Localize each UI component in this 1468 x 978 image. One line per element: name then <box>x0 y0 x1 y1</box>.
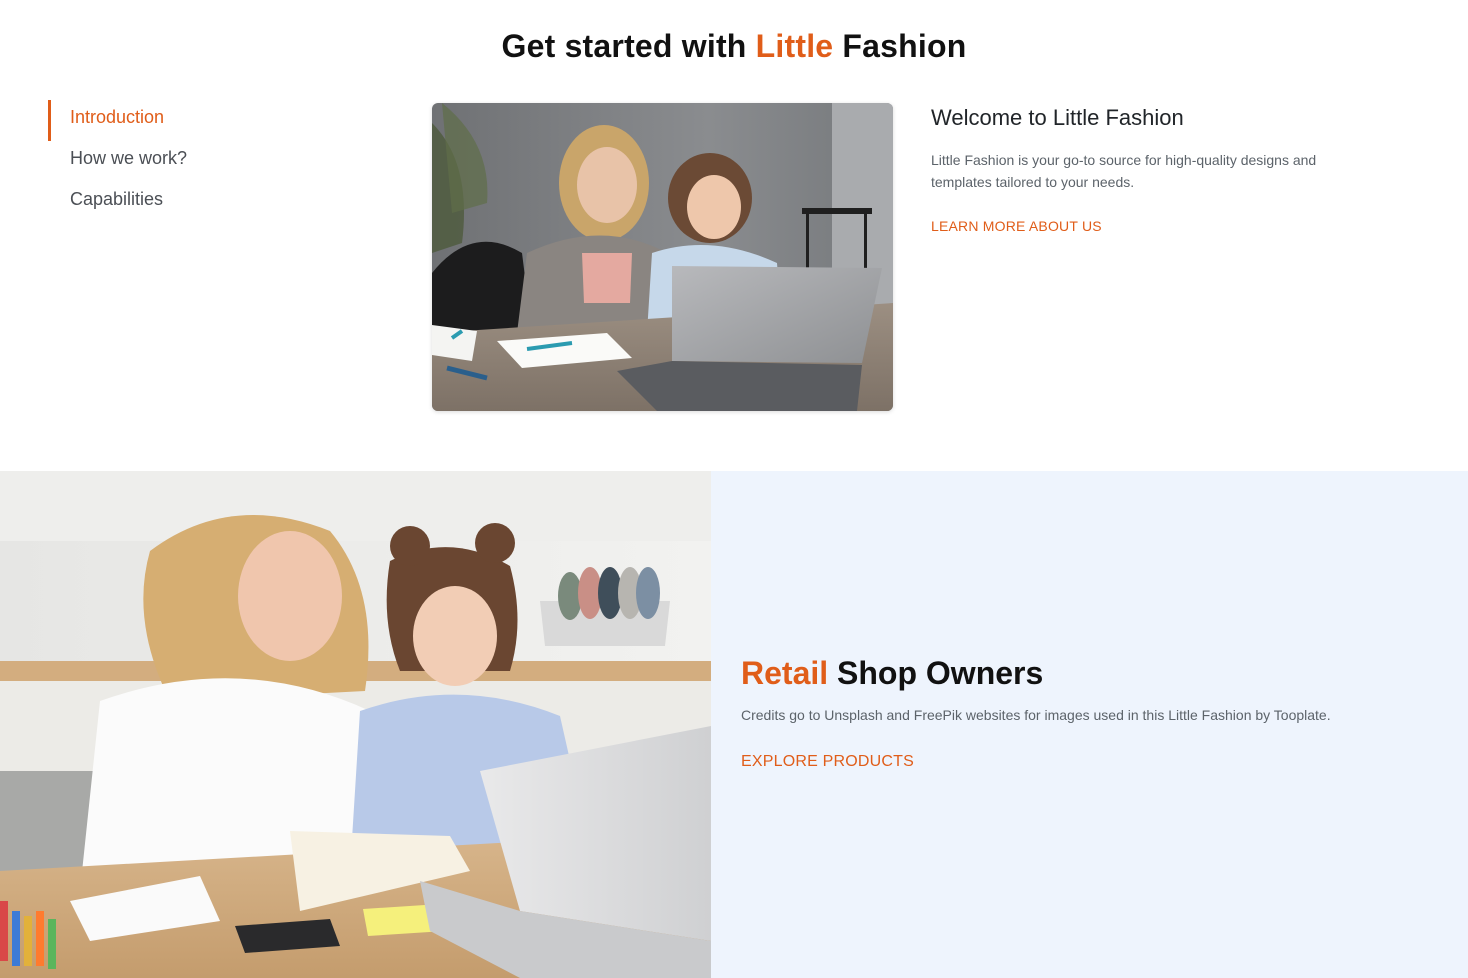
retail-section: Retail Shop Owners Credits go to Unsplas… <box>0 471 1468 978</box>
section-side-nav: Introduction How we work? Capabilities <box>48 100 308 223</box>
retail-panel: Retail Shop Owners Credits go to Unsplas… <box>711 471 1468 978</box>
retail-title: Retail Shop Owners <box>741 655 1043 692</box>
explore-products-link[interactable]: EXPLORE PRODUCTS <box>741 753 914 771</box>
section-heading: Get started with Little Fashion <box>0 28 1468 65</box>
retail-title-rest: Shop Owners <box>828 655 1044 691</box>
nav-item-introduction[interactable]: Introduction <box>48 100 308 141</box>
learn-more-link[interactable]: LEARN MORE ABOUT US <box>931 218 1102 234</box>
retail-photo <box>0 471 711 978</box>
intro-photo <box>432 103 893 411</box>
credits-text: Credits go to Unsplash and FreePik websi… <box>741 707 1331 723</box>
retail-title-accent: Retail <box>741 655 829 691</box>
intro-section: Get started with Little Fashion Introduc… <box>0 0 1468 471</box>
heading-suffix: Fashion <box>833 28 967 64</box>
welcome-title: Welcome to Little Fashion <box>931 105 1184 130</box>
heading-prefix: Get started with <box>501 28 756 64</box>
welcome-description: Little Fashion is your go-to source for … <box>931 152 1317 190</box>
nav-item-how-we-work[interactable]: How we work? <box>48 141 308 182</box>
heading-accent: Little <box>755 28 834 64</box>
nav-item-capabilities[interactable]: Capabilities <box>48 182 308 223</box>
